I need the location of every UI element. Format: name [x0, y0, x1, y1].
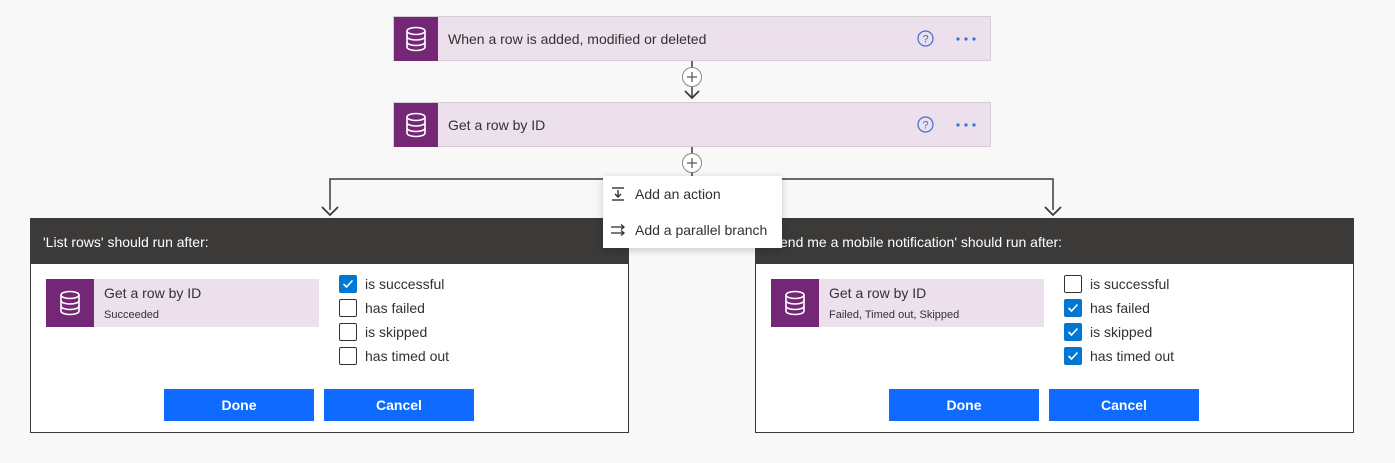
condition-label: is skipped	[365, 324, 428, 340]
condition-label: has failed	[1090, 300, 1150, 316]
condition-label: is successful	[1090, 276, 1170, 292]
parallel-branch-icon	[610, 222, 626, 238]
svg-text:?: ?	[922, 120, 928, 132]
checkmark-icon	[1067, 303, 1079, 313]
condition-row[interactable]: has timed out	[339, 344, 449, 368]
condition-row[interactable]: is skipped	[339, 320, 449, 344]
database-icon	[46, 279, 94, 327]
run-after-conditions: is successful has failed is skipped has tim…	[339, 272, 449, 368]
source-action-card: Get a row by ID Succeeded	[46, 279, 319, 327]
condition-row[interactable]: has failed	[339, 296, 449, 320]
condition-row[interactable]: is successful	[339, 272, 449, 296]
condition-row[interactable]: has timed out	[1064, 344, 1174, 368]
condition-checkbox[interactable]	[339, 347, 357, 365]
done-button[interactable]: Done	[889, 389, 1039, 421]
flow-canvas: When a row is added, modified or deleted…	[0, 0, 1395, 463]
add-action-icon	[610, 186, 626, 202]
condition-row[interactable]: is skipped	[1064, 320, 1174, 344]
more-options-icon[interactable]	[952, 115, 980, 135]
condition-checkbox[interactable]	[1064, 323, 1082, 341]
run-after-panel-send-notification: 'Send me a mobile notification' should r…	[755, 218, 1354, 433]
get-row-step-title: Get a row by ID	[448, 116, 546, 133]
source-action-title: Get a row by ID	[829, 285, 927, 301]
condition-checkbox[interactable]	[1064, 275, 1082, 293]
database-icon	[394, 16, 438, 61]
help-icon[interactable]: ?	[917, 30, 934, 47]
cancel-button[interactable]: Cancel	[1049, 389, 1199, 421]
help-icon[interactable]: ?	[917, 116, 934, 133]
condition-row[interactable]: has failed	[1064, 296, 1174, 320]
source-action-title: Get a row by ID	[104, 285, 202, 301]
condition-label: has timed out	[1090, 348, 1175, 364]
condition-label: is skipped	[1090, 324, 1153, 340]
trigger-step-card[interactable]: When a row is added, modified or deleted…	[393, 16, 991, 61]
source-action-status: Failed, Timed out, Skipped	[829, 309, 960, 321]
condition-checkbox[interactable]	[339, 299, 357, 317]
cancel-button[interactable]: Cancel	[324, 389, 474, 421]
insert-step-button[interactable]	[682, 67, 702, 87]
condition-checkbox[interactable]	[339, 275, 357, 293]
run-after-conditions: is successful has failed is skipped has tim…	[1064, 272, 1174, 368]
condition-label: has timed out	[365, 348, 450, 364]
trigger-step-title: When a row is added, modified or deleted	[448, 30, 707, 47]
menu-item-label: Add an action	[635, 186, 721, 202]
insert-step-button[interactable]	[682, 153, 702, 173]
source-action-status: Succeeded	[104, 309, 160, 321]
checkmark-icon	[1067, 351, 1079, 361]
menu-item-label: Add a parallel branch	[635, 222, 768, 238]
source-action-card: Get a row by ID Failed, Timed out, Skipp…	[771, 279, 1044, 327]
get-row-step-card[interactable]: Get a row by ID ?	[393, 102, 991, 147]
more-options-icon[interactable]	[952, 29, 980, 49]
condition-label: has failed	[365, 300, 425, 316]
add-step-menu: Add an action Add a parallel branch	[603, 176, 782, 248]
database-icon	[394, 102, 438, 147]
svg-text:?: ?	[922, 34, 928, 46]
done-button[interactable]: Done	[164, 389, 314, 421]
condition-row[interactable]: is successful	[1064, 272, 1174, 296]
plus-icon	[687, 158, 697, 168]
plus-icon	[687, 72, 697, 82]
checkmark-icon	[1067, 327, 1079, 337]
panel-header: 'List rows' should run after:	[31, 219, 628, 264]
condition-label: is successful	[365, 276, 445, 292]
condition-checkbox[interactable]	[339, 323, 357, 341]
menu-item-add-action[interactable]: Add an action	[603, 176, 782, 212]
menu-item-add-parallel-branch[interactable]: Add a parallel branch	[603, 212, 782, 248]
database-icon	[771, 279, 819, 327]
run-after-panel-list-rows: 'List rows' should run after: Get a row …	[30, 218, 629, 433]
condition-checkbox[interactable]	[1064, 347, 1082, 365]
checkmark-icon	[342, 279, 354, 289]
condition-checkbox[interactable]	[1064, 299, 1082, 317]
panel-header: 'Send me a mobile notification' should r…	[756, 219, 1353, 264]
